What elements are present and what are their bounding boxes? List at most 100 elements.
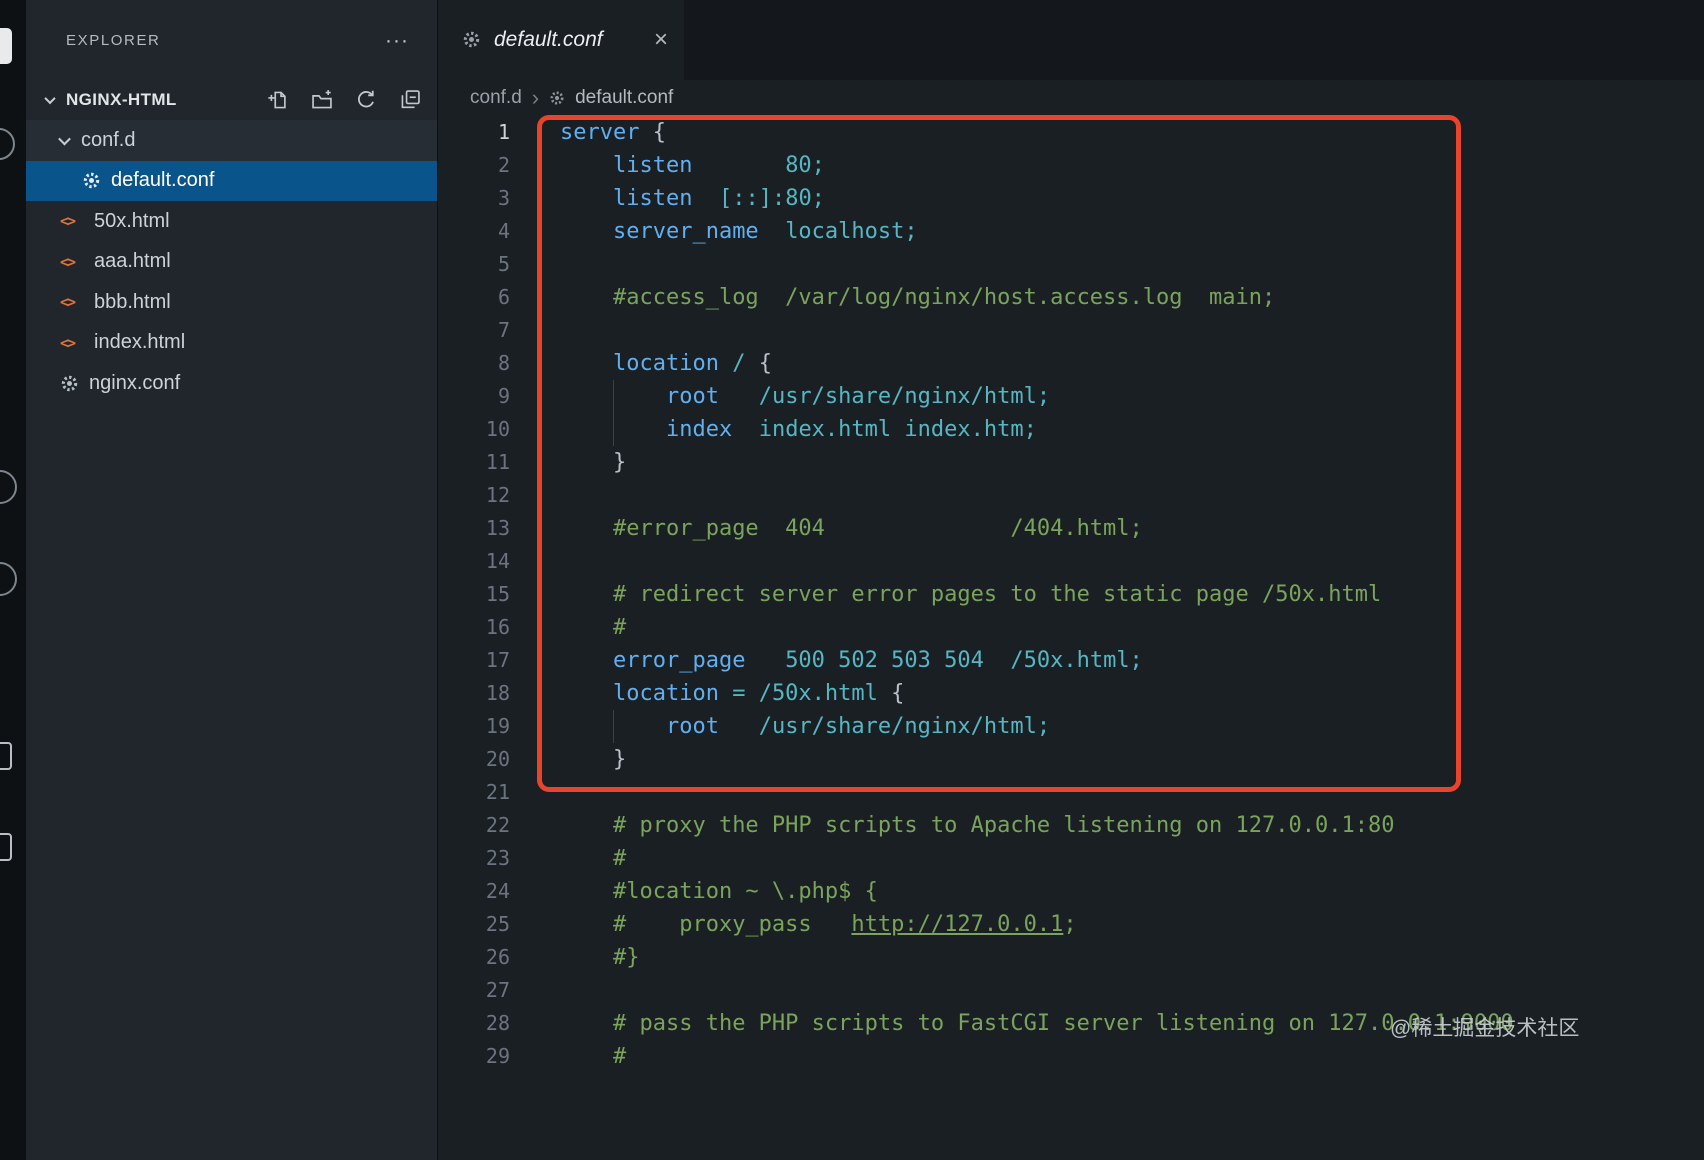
editor-pane[interactable]: 1server {2 listen 80;3 listen [::]:80;4 …: [438, 116, 1704, 1160]
line-number: 20: [438, 743, 510, 776]
code-line-13[interactable]: 13 #error_page 404 /404.html;: [438, 512, 1704, 545]
code-line-8[interactable]: 8 location / {: [438, 347, 1704, 380]
partial-activity-icon: [0, 742, 12, 770]
code-token: }: [560, 747, 626, 772]
code-line-24[interactable]: 24 #location ~ \.php$ {: [438, 875, 1704, 908]
collapse-all-icon[interactable]: [399, 89, 421, 111]
code-line-text: # pass the PHP scripts to FastCGI server…: [510, 1007, 1514, 1040]
line-number: 10: [438, 413, 510, 446]
tree-item-conf.d[interactable]: conf.d: [26, 120, 437, 161]
code-area[interactable]: 1server {2 listen 80;3 listen [::]:80;4 …: [438, 116, 1704, 1073]
code-token: # pass the PHP scripts to FastCGI server…: [613, 1011, 1514, 1036]
line-number: 22: [438, 809, 510, 842]
tree-item-50x.html[interactable]: <>50x.html: [26, 201, 437, 242]
code-line-28[interactable]: 28 # pass the PHP scripts to FastCGI ser…: [438, 1007, 1704, 1040]
activity-bar[interactable]: [0, 0, 26, 1160]
code-token: [560, 846, 613, 871]
code-line-22[interactable]: 22 # proxy the PHP scripts to Apache lis…: [438, 809, 1704, 842]
line-number: 17: [438, 644, 510, 677]
code-line-21[interactable]: 21: [438, 776, 1704, 809]
project-section-header[interactable]: NGINX-HTML: [26, 80, 437, 120]
chevron-down-icon: [44, 93, 55, 104]
code-token: index.html index.htm;: [759, 417, 1037, 442]
code-line-16[interactable]: 16 #: [438, 611, 1704, 644]
line-number: 19: [438, 710, 510, 743]
code-line-23[interactable]: 23 #: [438, 842, 1704, 875]
code-token: [560, 879, 613, 904]
code-line-9[interactable]: 9 root /usr/share/nginx/html;: [438, 380, 1704, 413]
partial-activity-icon: [0, 28, 12, 64]
code-token: [560, 615, 613, 640]
tree-item-aaa.html[interactable]: <>aaa.html: [26, 242, 437, 283]
gear-icon: [82, 171, 101, 190]
code-token: {: [745, 351, 772, 376]
indent-guide: [613, 413, 614, 446]
code-line-25[interactable]: 25 # proxy_pass http://127.0.0.1;: [438, 908, 1704, 941]
code-token: [560, 681, 613, 706]
code-line-19[interactable]: 19 root /usr/share/nginx/html;: [438, 710, 1704, 743]
code-line-text: root /usr/share/nginx/html;: [510, 710, 1050, 743]
code-line-12[interactable]: 12: [438, 479, 1704, 512]
code-token: [759, 219, 786, 244]
code-token: #}: [613, 945, 640, 970]
code-line-text: [510, 974, 560, 1007]
code-token: index: [666, 417, 732, 442]
code-line-text: index index.html index.htm;: [510, 413, 1037, 446]
code-line-2[interactable]: 2 listen 80;: [438, 149, 1704, 182]
tree-item-label: conf.d: [81, 129, 135, 152]
tree-item-nginx.conf[interactable]: nginx.conf: [26, 363, 437, 404]
code-line-4[interactable]: 4 server_name localhost;: [438, 215, 1704, 248]
code-line-11[interactable]: 11 }: [438, 446, 1704, 479]
file-tree: conf.ddefault.conf<>50x.html<>aaa.html<>…: [26, 120, 437, 1160]
code-token: [560, 516, 613, 541]
code-line-15[interactable]: 15 # redirect server error pages to the …: [438, 578, 1704, 611]
code-line-27[interactable]: 27: [438, 974, 1704, 1007]
code-line-6[interactable]: 6 #access_log /var/log/nginx/host.access…: [438, 281, 1704, 314]
code-line-text: # redirect server error pages to the sta…: [510, 578, 1381, 611]
new-file-icon[interactable]: [267, 89, 289, 111]
close-icon[interactable]: ×: [654, 28, 668, 52]
new-folder-icon[interactable]: [311, 89, 333, 111]
refresh-icon[interactable]: [355, 89, 377, 111]
code-token: location: [613, 351, 719, 376]
tree-item-bbb.html[interactable]: <>bbb.html: [26, 282, 437, 323]
line-number: 2: [438, 149, 510, 182]
code-line-1[interactable]: 1server {: [438, 116, 1704, 149]
line-number: 7: [438, 314, 510, 347]
tab-default-conf[interactable]: default.conf ×: [438, 0, 684, 80]
more-actions-icon[interactable]: ···: [385, 30, 409, 51]
code-line-20[interactable]: 20 }: [438, 743, 1704, 776]
explorer-header: EXPLORER ···: [26, 0, 437, 80]
line-number: 9: [438, 380, 510, 413]
line-number: 21: [438, 776, 510, 809]
code-line-10[interactable]: 10 index index.html index.htm;: [438, 413, 1704, 446]
code-line-18[interactable]: 18 location = /50x.html {: [438, 677, 1704, 710]
breadcrumb: conf.d › default.conf: [438, 80, 1704, 116]
breadcrumb-item-file[interactable]: default.conf: [575, 87, 673, 109]
code-token: [719, 384, 759, 409]
url-link[interactable]: http://127.0.0.1: [851, 912, 1063, 937]
line-number: 28: [438, 1007, 510, 1040]
code-line-17[interactable]: 17 error_page 500 502 503 504 /50x.html;: [438, 644, 1704, 677]
tree-item-default.conf[interactable]: default.conf: [26, 161, 437, 202]
code-token: [560, 945, 613, 970]
line-number: 6: [438, 281, 510, 314]
code-line-3[interactable]: 3 listen [::]:80;: [438, 182, 1704, 215]
code-token: root: [666, 714, 719, 739]
tree-item-index.html[interactable]: <>index.html: [26, 323, 437, 364]
line-number: 8: [438, 347, 510, 380]
code-line-14[interactable]: 14: [438, 545, 1704, 578]
code-line-5[interactable]: 5: [438, 248, 1704, 281]
line-number: 5: [438, 248, 510, 281]
code-line-7[interactable]: 7: [438, 314, 1704, 347]
code-token: #: [613, 615, 626, 640]
code-line-text: #: [510, 611, 626, 644]
code-token: # redirect server error pages to the sta…: [613, 582, 1381, 607]
code-line-29[interactable]: 29 #: [438, 1040, 1704, 1073]
code-line-26[interactable]: 26 #}: [438, 941, 1704, 974]
breadcrumb-item-folder[interactable]: conf.d: [470, 87, 522, 109]
tree-item-label: index.html: [94, 331, 185, 354]
html-file-icon: <>: [60, 293, 83, 311]
code-token: [560, 912, 613, 937]
code-line-text: }: [510, 446, 626, 479]
